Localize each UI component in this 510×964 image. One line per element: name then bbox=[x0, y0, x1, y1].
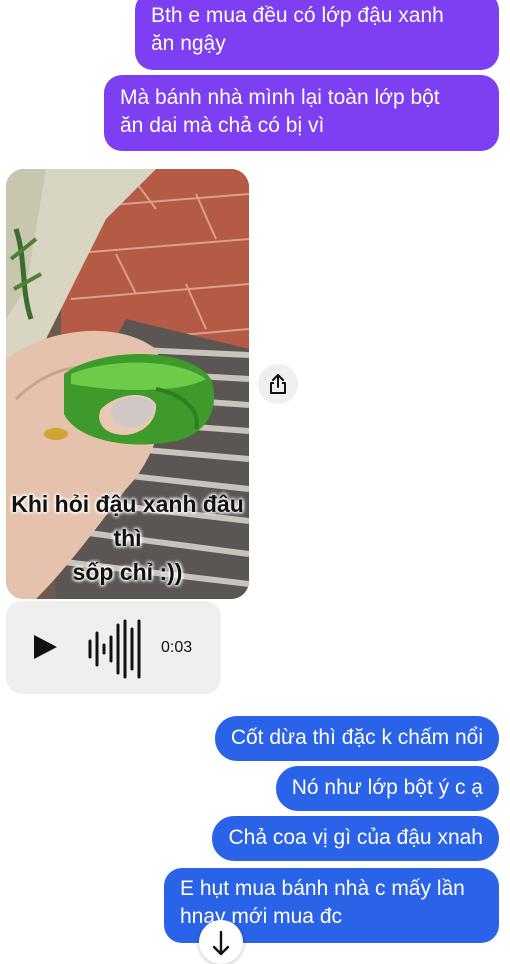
message-bubble-sent[interactable]: Chả coa vị gì của đậu xnah bbox=[212, 816, 499, 861]
message-bubble-sent[interactable]: Bth e mua đều có lớp đậu xanh ăn ngậy bbox=[135, 0, 499, 70]
share-button[interactable] bbox=[258, 364, 298, 404]
waveform-icon bbox=[88, 619, 141, 679]
scroll-down-button[interactable] bbox=[199, 920, 243, 964]
message-bubble-sent[interactable]: Mà bánh nhà mình lại toàn lớp bột ăn dai… bbox=[104, 75, 499, 151]
message-bubble-sent[interactable]: Cốt dừa thì đặc k chấm nổi bbox=[214, 716, 499, 761]
photo-caption: Khi hỏi đậu xanh đâu thì sốp chỉ :)) bbox=[11, 491, 244, 585]
audio-duration: 0:03 bbox=[161, 639, 193, 656]
share-icon bbox=[270, 374, 286, 394]
photo-message[interactable]: Khi hỏi đậu xanh đâu thì sốp chỉ :)) bbox=[6, 169, 249, 599]
arrow-down-icon bbox=[212, 930, 230, 956]
message-bubble-sent[interactable]: Nó như lớp bột ý c ạ bbox=[275, 766, 499, 811]
voice-message[interactable]: 0:03 bbox=[6, 601, 221, 694]
play-icon[interactable] bbox=[34, 635, 57, 659]
